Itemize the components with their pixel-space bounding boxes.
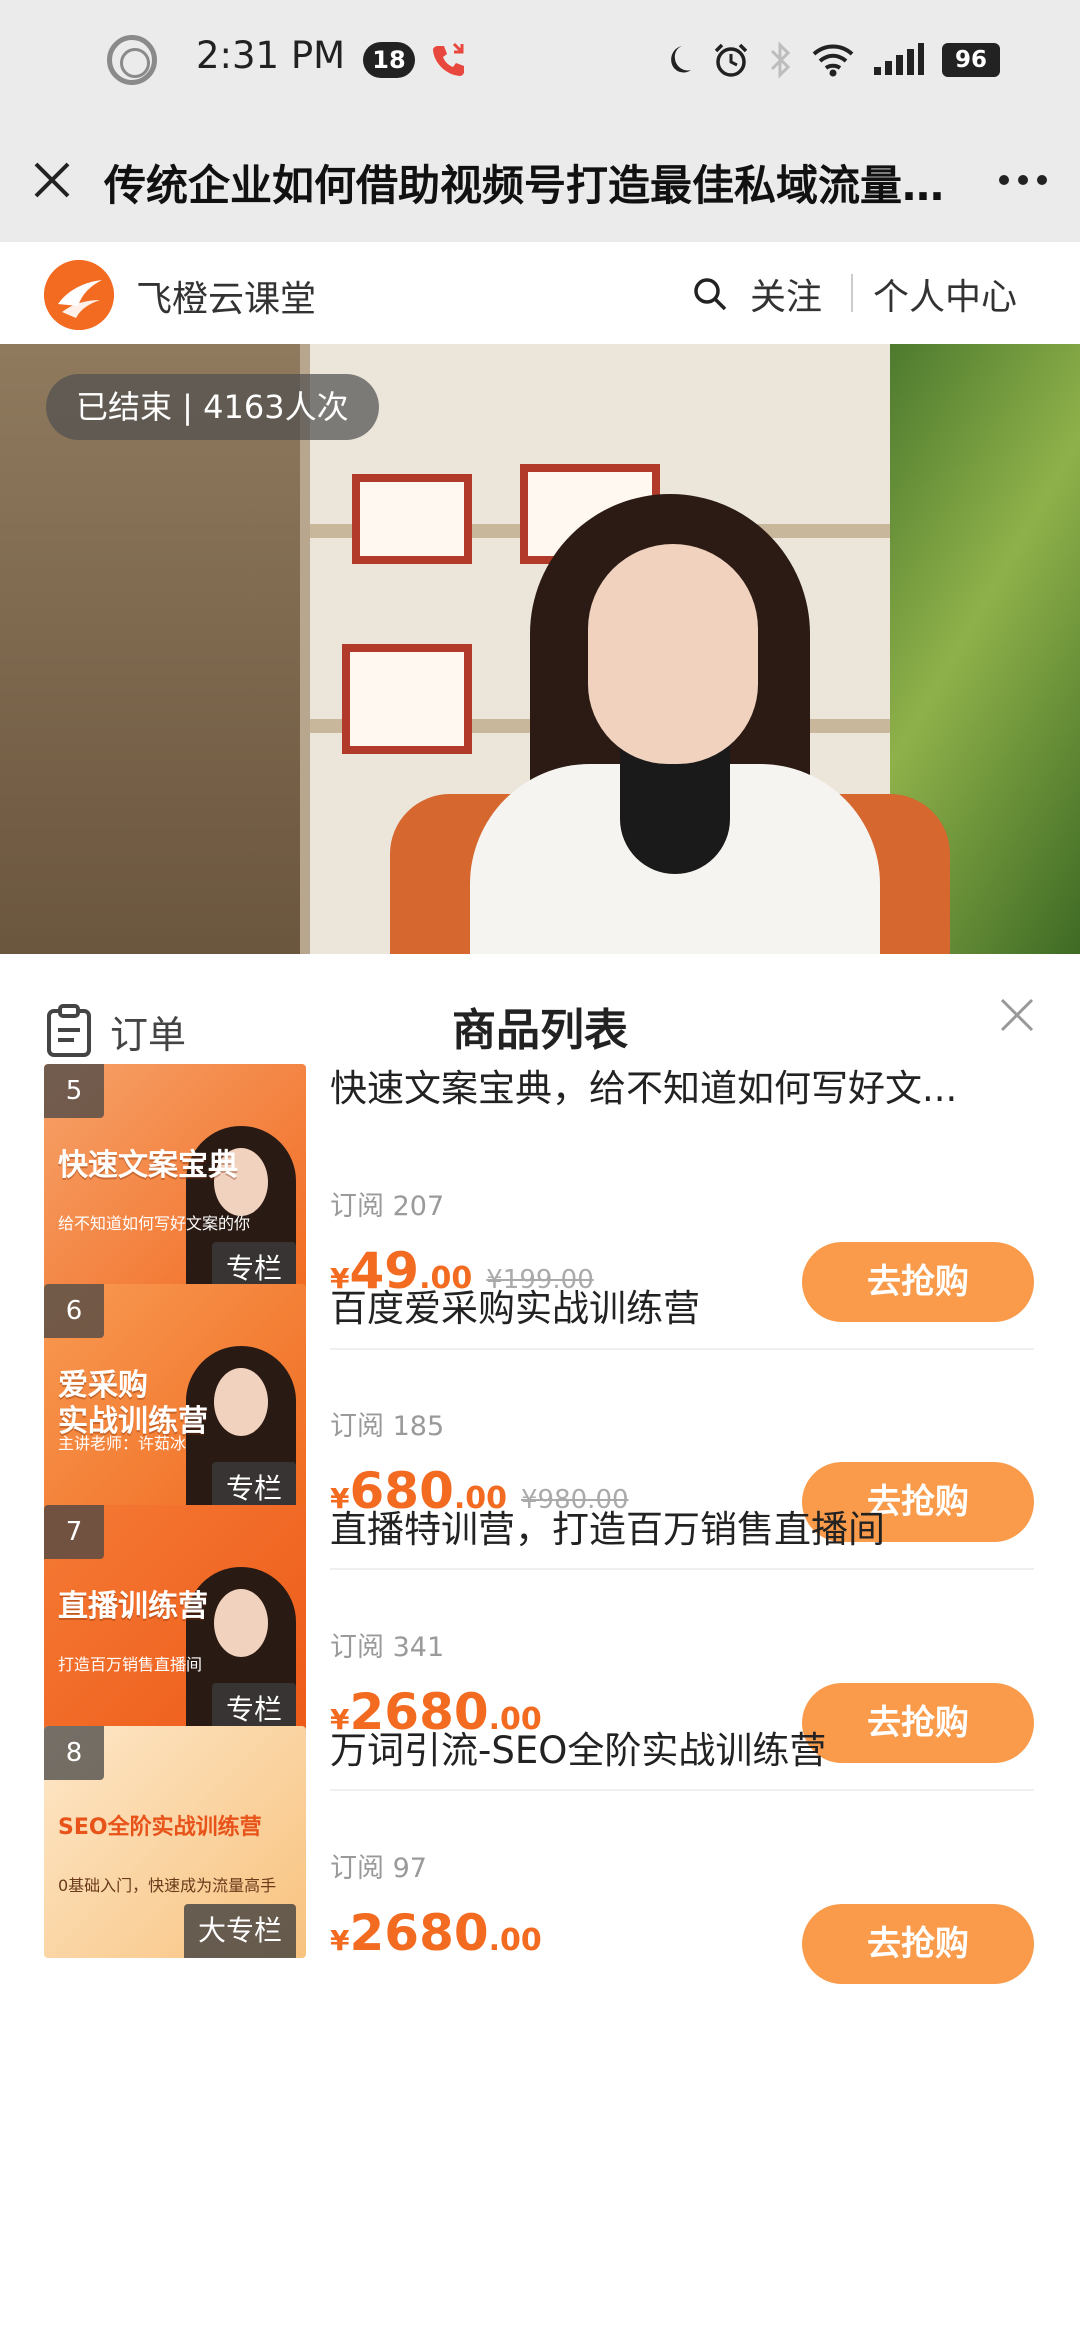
panel-title: 商品列表 (452, 1005, 628, 1056)
battery-icon: 96 (942, 43, 1000, 77)
bluetooth-icon (770, 41, 791, 79)
ring-icon (107, 35, 157, 85)
status-time: 2:31 PM (196, 34, 346, 77)
subscription-count: 订阅 185 (330, 1411, 445, 1442)
signal-icon (874, 43, 924, 75)
follow-button[interactable]: 关注 (750, 268, 822, 320)
page-title: 传统企业如何借助视频号打造最佳私域流量… (104, 161, 945, 210)
thumbnail-title: SEO全阶实战训练营 (58, 1815, 262, 1840)
alarm-icon (714, 43, 748, 77)
thumbnail-title: 快速文案宝典 (58, 1148, 238, 1183)
moon-icon (671, 46, 691, 73)
product-name[interactable]: 直播特训营，打造百万销售直播间 (330, 1505, 1030, 1555)
status-bar: 2:31 PM 18 96 (0, 0, 1080, 118)
close-icon[interactable] (998, 996, 1036, 1034)
product-index: 7 (44, 1505, 104, 1559)
header-divider (851, 274, 853, 312)
more-icon[interactable] (996, 164, 1050, 196)
product-thumbnail[interactable]: 爱采购 实战训练营 主讲老师：许茹冰 6 专栏 (44, 1284, 306, 1516)
video-player[interactable]: 已结束 | 4163人次 (0, 344, 1080, 954)
subscription-count: 订阅 97 (330, 1853, 427, 1884)
product-index: 8 (44, 1726, 104, 1780)
thumbnail-title: 直播训练营 (58, 1589, 208, 1624)
buy-button[interactable]: 去抢购 (802, 1904, 1034, 1984)
personal-center-link[interactable]: 个人中心 (873, 268, 1017, 320)
status-icons: 96 (658, 38, 1000, 82)
live-status-badge: 已结束 | 4163人次 (46, 374, 379, 440)
missed-call-icon (433, 42, 464, 76)
brand-logo-icon (44, 260, 114, 330)
price-currency: ¥ (330, 1924, 350, 1957)
product-index: 5 (44, 1064, 104, 1118)
product-thumbnail[interactable]: SEO全阶实战训练营 0基础入门，快速成为流量高手 8 大专栏 (44, 1726, 306, 1958)
subscription-count: 订阅 341 (330, 1632, 445, 1663)
price-decimal: .00 (488, 1923, 542, 1958)
thumbnail-subtitle: 给不知道如何写好文案的你 (58, 1214, 251, 1233)
wifi-icon (812, 44, 854, 77)
thumbnail-subtitle: 0基础入门，快速成为流量高手 (58, 1876, 277, 1895)
subscription-count: 订阅 207 (330, 1191, 445, 1222)
product-name[interactable]: 快速文案宝典，给不知道如何写好文... (330, 1064, 1030, 1114)
title-bar: 传统企业如何借助视频号打造最佳私域流量… (0, 118, 1080, 242)
product-name[interactable]: 万词引流-SEO全阶实战训练营 (330, 1726, 1030, 1776)
product-price: ¥2680.00 (330, 1904, 542, 1962)
brand-header: 飞橙云课堂 关注 个人中心 (0, 242, 1080, 344)
product-index: 6 (44, 1284, 104, 1338)
brand-name: 飞橙云课堂 (136, 279, 317, 320)
product-thumbnail[interactable]: 快速文案宝典 给不知道如何写好文案的你 5 专栏 (44, 1064, 306, 1296)
thumbnail-subtitle: 主讲老师：许茹冰 (58, 1434, 187, 1453)
product-thumbnail[interactable]: 直播训练营 打造百万销售直播间 7 专栏 (44, 1505, 306, 1737)
certificate (342, 644, 472, 754)
product-item[interactable]: SEO全阶实战训练营 0基础入门，快速成为流量高手 8 大专栏 万词引流-SEO全阶实战… (0, 1726, 1080, 2056)
thumbnail-subtitle: 打造百万销售直播间 (58, 1655, 203, 1674)
notification-badge: 18 (363, 42, 415, 78)
presenter-face (588, 544, 758, 764)
product-panel: 订单 商品列表 快速文案宝典 给不知道如何写好文案的你 5 专栏 快速文案宝典，给不知道… (0, 954, 1080, 2340)
thumbnail-title: 爱采购 实战训练营 (58, 1368, 208, 1439)
search-icon[interactable] (692, 276, 728, 312)
close-icon[interactable] (30, 158, 74, 202)
product-name[interactable]: 百度爱采购实战训练营 (330, 1284, 1030, 1334)
certificate (352, 474, 472, 564)
product-type-tag: 大专栏 (183, 1904, 296, 1958)
price-integer: 2680 (349, 1904, 489, 1962)
